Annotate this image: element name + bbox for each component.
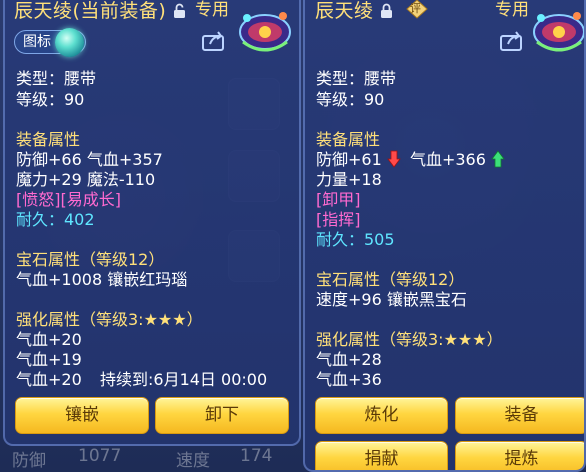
equip-attr-header: 装备属性 (316, 130, 381, 149)
unlock-icon (173, 3, 185, 18)
belt-item-icon[interactable] (237, 2, 293, 58)
durability: 耐久：402 (16, 210, 95, 229)
type-line: 类型：腰带 (316, 69, 397, 88)
gem-line: 气血+1008 镶嵌红玛瑙 (16, 270, 188, 289)
special-tag-1: [卸甲] (316, 190, 361, 209)
enhance-line-2: 气血+19 (16, 350, 82, 369)
bg-stat2-value: 174 (240, 446, 273, 466)
exclusive-label: 专用 (195, 0, 229, 20)
enhance-line-1: 气血+28 (316, 350, 382, 369)
gem-header: 宝石属性（等级12） (16, 250, 165, 269)
item-title-text: 辰天绫(当前装备) (14, 0, 167, 22)
bg-stat2-label: 速度 (176, 451, 210, 471)
enhance-header: 强化属性（等级3:★★★） (316, 330, 503, 349)
extract-button[interactable]: 提炼 (455, 441, 584, 470)
enhance-line-2: 气血+36 (316, 370, 382, 389)
level-line: 等级：90 (16, 90, 85, 109)
type-line: 类型：腰带 (16, 69, 97, 88)
attr-line-1: 防御+61 气血+366 (316, 150, 505, 170)
belt-item-icon[interactable] (531, 2, 586, 58)
enhance-line-1: 气血+20 (16, 330, 82, 349)
item-title: 辰天绫(当前装备) (14, 0, 186, 23)
current-equipment-tooltip: 辰天绫(当前装备) 专用 图标 类型：腰带 等级：90 装备属性 防御+66 气… (3, 0, 301, 446)
rating-badge-text: 评 (410, 2, 421, 15)
durability: 耐久：505 (316, 230, 395, 249)
unequip-button[interactable]: 卸下 (155, 397, 289, 434)
attr-line-1: 防御+66 气血+357 (16, 150, 163, 169)
gem-header: 宝石属性（等级12） (316, 270, 465, 289)
attr-defense: 防御+61 (316, 150, 382, 169)
lock-icon (381, 3, 393, 18)
attr-hp: 气血+366 (409, 150, 486, 169)
up-arrow-icon (491, 150, 505, 168)
orb-icon (55, 28, 84, 57)
icon-toggle[interactable]: 图标 (14, 28, 86, 57)
level-line: 等级：90 (316, 90, 385, 109)
equip-button[interactable]: 装备 (455, 397, 584, 434)
down-arrow-icon (387, 150, 401, 168)
share-icon[interactable] (499, 30, 525, 52)
compare-equipment-tooltip: 辰天绫 评 专用 类型：腰带 等级：90 装备属性 防御+61 气血+366 力… (303, 0, 586, 472)
special-tag-2: [指挥] (316, 210, 361, 229)
gem-line: 速度+96 镶嵌黑宝石 (316, 290, 467, 309)
inlay-button[interactable]: 镶嵌 (15, 397, 149, 434)
refine-button[interactable]: 炼化 (315, 397, 448, 434)
attr-line-2: 力量+18 (316, 170, 382, 189)
exclusive-label: 专用 (495, 0, 529, 20)
item-title-text: 辰天绫 (315, 0, 374, 22)
bg-stat1-label: 防御 (12, 451, 46, 471)
share-icon[interactable] (201, 30, 227, 52)
donate-button[interactable]: 捐献 (315, 441, 448, 470)
special-tags: [愤怒][易成长] (16, 190, 121, 209)
icon-toggle-label: 图标 (23, 34, 51, 50)
attr-line-2: 魔力+29 魔法-110 (16, 170, 156, 189)
item-title: 辰天绫 (315, 0, 393, 23)
duration: 持续到:6月14日 00:00 (100, 370, 268, 389)
enhance-header: 强化属性（等级3:★★★） (16, 310, 203, 329)
equip-attr-header: 装备属性 (16, 130, 81, 149)
enhance-line-3: 气血+20 (16, 370, 82, 389)
bg-stat1-value: 1077 (78, 446, 122, 466)
